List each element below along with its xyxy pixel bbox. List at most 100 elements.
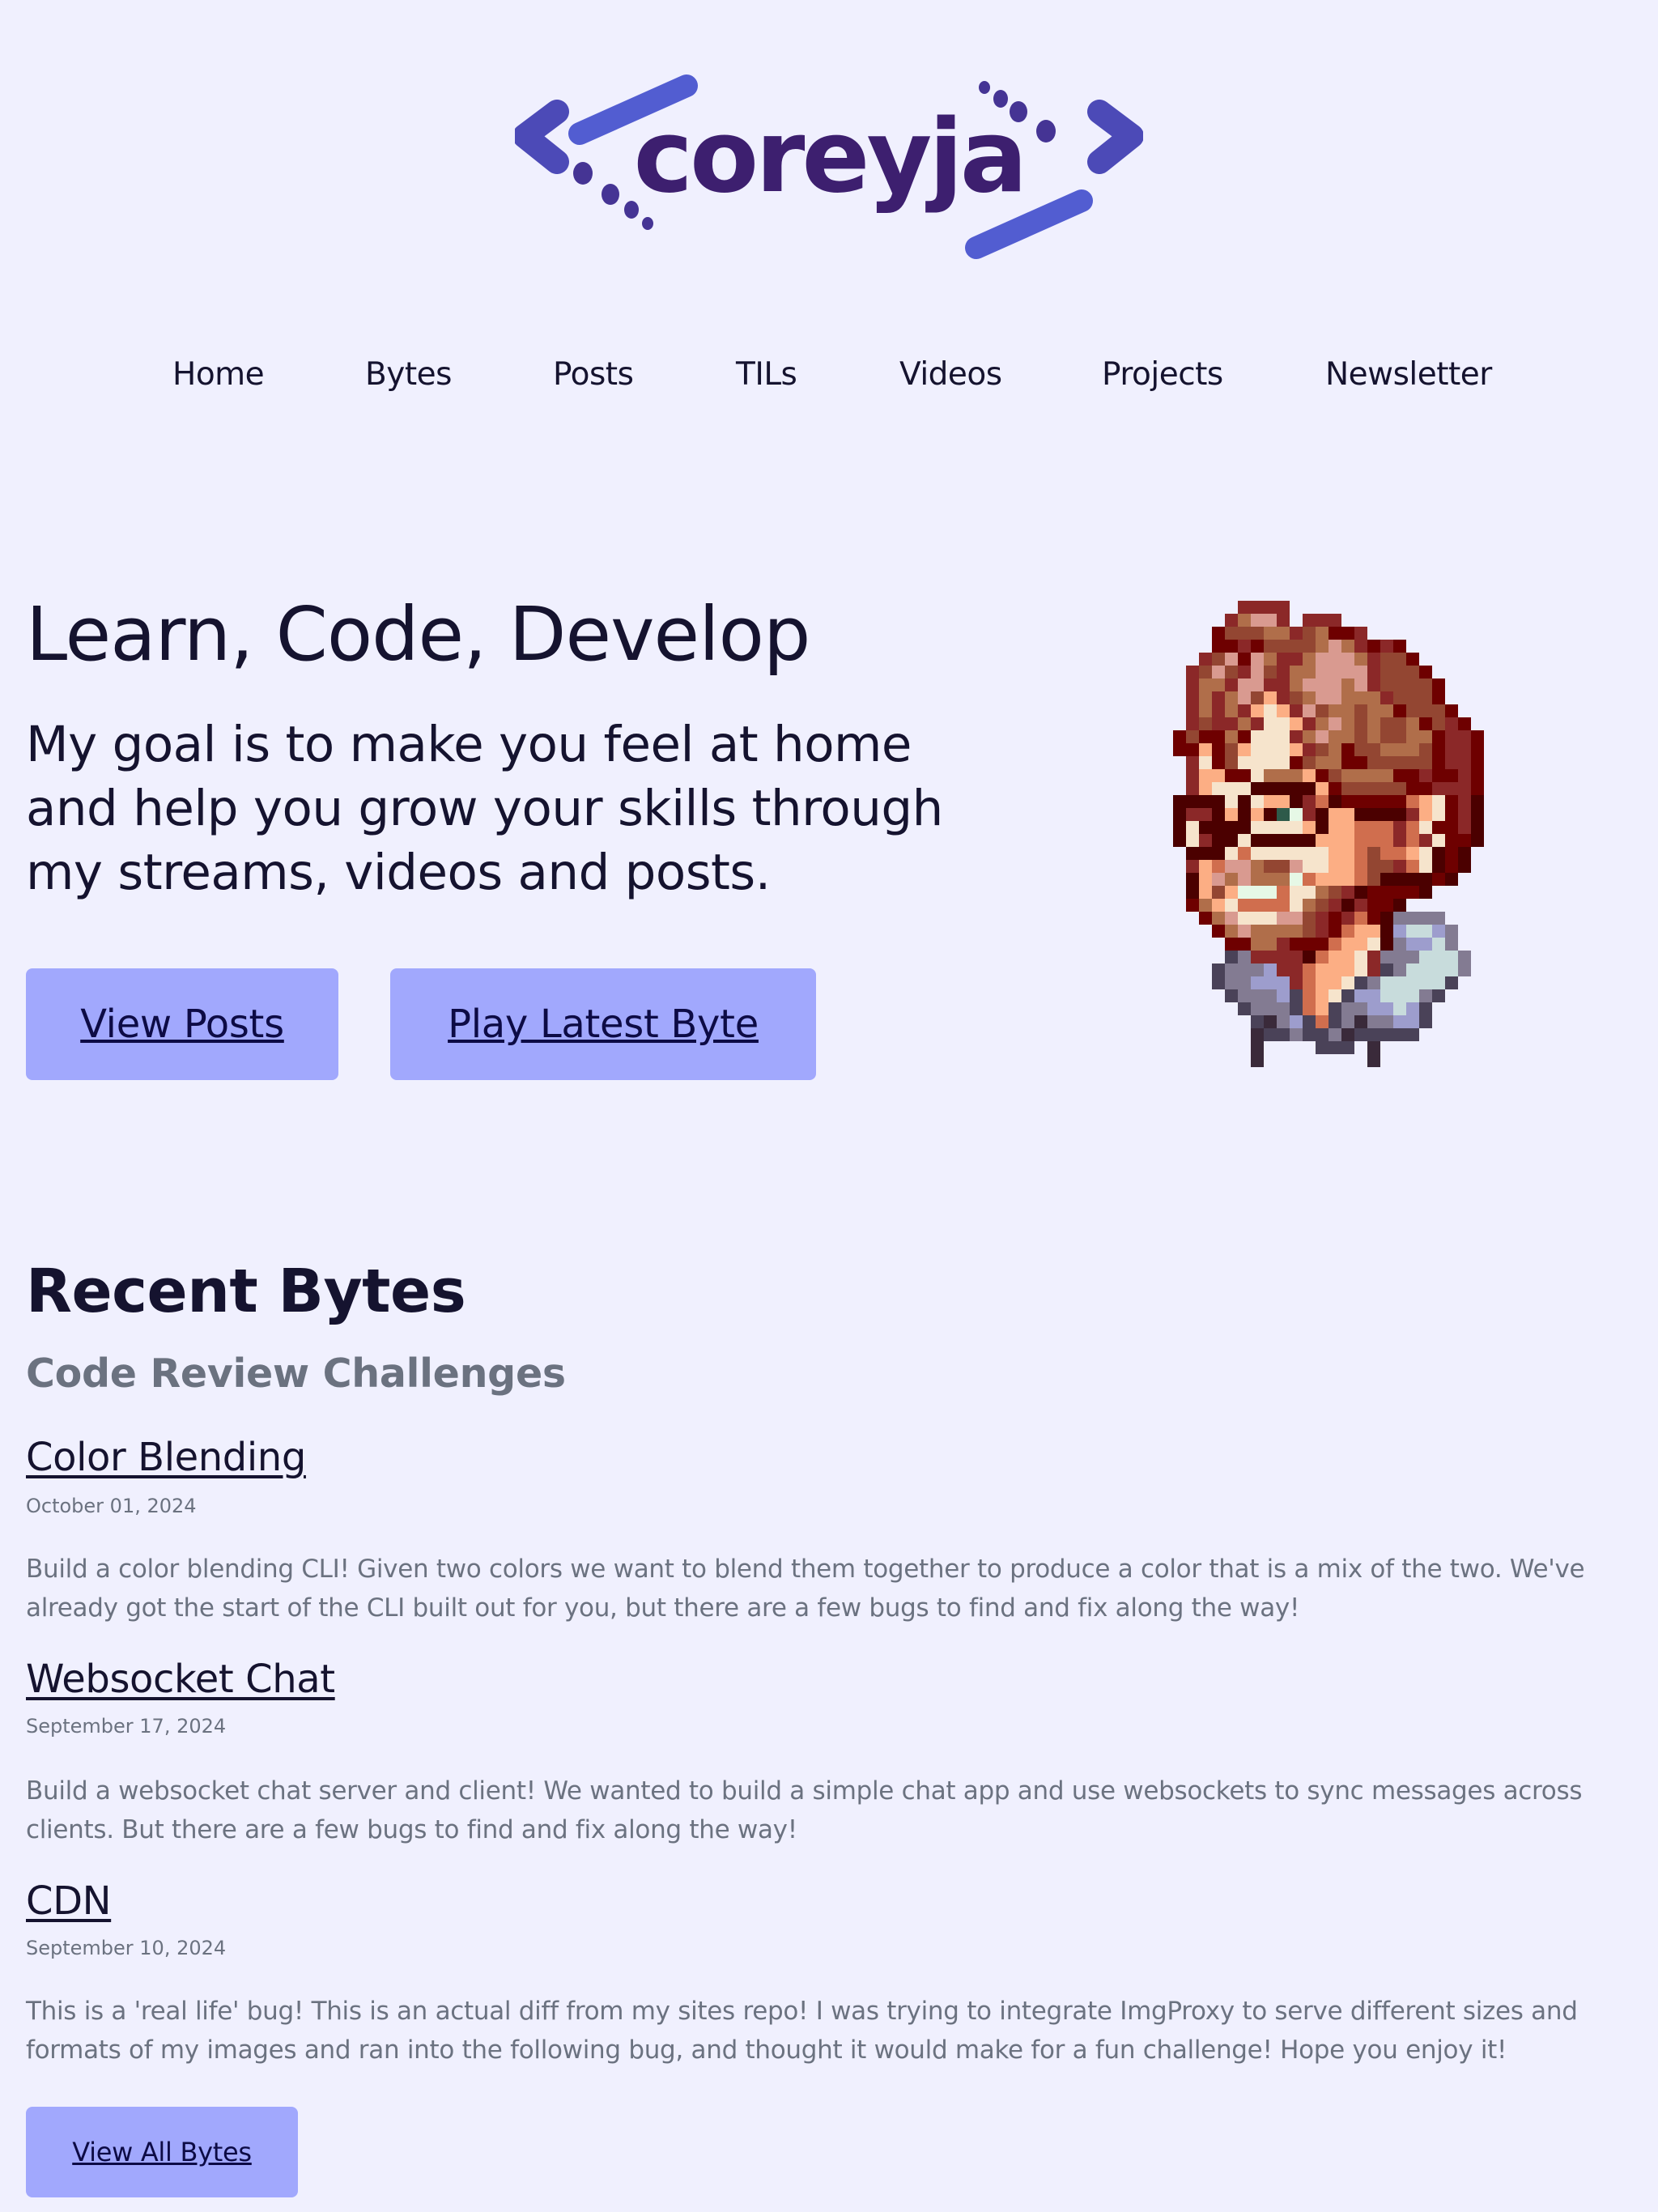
avatar-pixel <box>1458 730 1471 743</box>
avatar-pixel <box>1303 795 1316 808</box>
avatar-pixel <box>1186 717 1199 730</box>
avatar-pixel <box>1393 976 1406 989</box>
avatar-pixel <box>1380 976 1393 989</box>
avatar-pixel <box>1277 678 1290 691</box>
avatar-pixel <box>1238 666 1251 678</box>
avatar-pixel <box>1367 691 1380 704</box>
avatar-pixel <box>1329 717 1341 730</box>
avatar-pixel <box>1264 730 1277 743</box>
byte-title-link[interactable]: CDN <box>26 1878 112 1924</box>
avatar-pixel <box>1225 925 1238 938</box>
avatar-pixel <box>1251 886 1264 899</box>
avatar-pixel <box>1303 730 1316 743</box>
avatar-pixel <box>1341 951 1354 963</box>
avatar-pixel <box>1445 834 1458 847</box>
avatar-pixel <box>1471 821 1484 834</box>
avatar-pixel <box>1341 989 1354 1002</box>
avatar-pixel <box>1238 640 1251 653</box>
avatar-pixel <box>1251 873 1264 886</box>
avatar-pixel <box>1354 834 1367 847</box>
avatar-pixel <box>1277 847 1290 860</box>
avatar-pixel <box>1251 1028 1264 1041</box>
avatar-pixel <box>1225 912 1238 925</box>
avatar-pixel <box>1406 756 1419 769</box>
avatar-pixel <box>1354 666 1367 678</box>
nav-posts[interactable]: Posts <box>553 356 634 393</box>
avatar-pixel <box>1186 834 1199 847</box>
avatar-pixel <box>1277 1015 1290 1028</box>
avatar-pixel <box>1186 782 1199 795</box>
byte-title-link[interactable]: Websocket Chat <box>26 1657 335 1702</box>
view-posts-button[interactable]: View Posts <box>26 968 338 1080</box>
play-latest-byte-button[interactable]: Play Latest Byte <box>390 968 816 1080</box>
avatar-pixel <box>1329 795 1341 808</box>
avatar-pixel <box>1225 640 1238 653</box>
avatar-pixel <box>1199 899 1212 912</box>
avatar-pixel <box>1277 912 1290 925</box>
avatar-pixel <box>1341 899 1354 912</box>
avatar-pixel <box>1290 717 1303 730</box>
avatar-pixel <box>1277 1002 1290 1015</box>
nav-home[interactable]: Home <box>172 356 265 393</box>
avatar-pixel <box>1406 1015 1419 1028</box>
avatar-pixel <box>1354 938 1367 951</box>
avatar-pixel <box>1432 834 1445 847</box>
site-logo[interactable]: coreyja <box>515 73 1143 261</box>
avatar-pixel <box>1316 614 1329 627</box>
nav-tils[interactable]: TILs <box>736 356 797 393</box>
avatar-pixel <box>1290 666 1303 678</box>
nav-newsletter[interactable]: Newsletter <box>1325 356 1492 393</box>
avatar-pixel <box>1380 743 1393 756</box>
avatar-pixel <box>1316 691 1329 704</box>
avatar-pixel <box>1329 756 1341 769</box>
avatar-pixel <box>1354 704 1367 717</box>
avatar-pixel <box>1277 756 1290 769</box>
avatar-pixel <box>1329 976 1341 989</box>
avatar-pixel <box>1277 717 1290 730</box>
avatar-pixel <box>1406 873 1419 886</box>
avatar-pixel <box>1212 704 1225 717</box>
avatar-pixel <box>1432 795 1445 808</box>
avatar-pixel <box>1251 717 1264 730</box>
avatar-pixel <box>1186 795 1199 808</box>
avatar-pixel <box>1445 717 1458 730</box>
avatar-pixel <box>1406 795 1419 808</box>
avatar-pixel <box>1264 834 1277 847</box>
avatar-pixel <box>1419 1015 1432 1028</box>
avatar-pixel <box>1341 730 1354 743</box>
nav-bytes[interactable]: Bytes <box>365 356 452 393</box>
avatar-pixel <box>1251 1015 1264 1028</box>
avatar-pixel <box>1303 666 1316 678</box>
avatar-pixel <box>1393 678 1406 691</box>
avatar-pixel <box>1406 886 1419 899</box>
avatar-pixel <box>1212 769 1225 782</box>
avatar-pixel <box>1316 860 1329 873</box>
avatar-pixel <box>1251 951 1264 963</box>
avatar-pixel <box>1432 782 1445 795</box>
avatar-pixel <box>1303 925 1316 938</box>
nav-projects[interactable]: Projects <box>1102 356 1223 393</box>
avatar-pixel <box>1367 795 1380 808</box>
avatar-pixel <box>1341 640 1354 653</box>
avatar-pixel <box>1380 640 1393 653</box>
avatar-pixel <box>1251 989 1264 1002</box>
avatar-pixel <box>1329 653 1341 666</box>
avatar-pixel <box>1199 782 1212 795</box>
view-all-bytes-button[interactable]: View All Bytes <box>26 2107 298 2197</box>
byte-title-link[interactable]: Color Blending <box>26 1435 306 1480</box>
avatar-pixel <box>1277 601 1290 614</box>
avatar-pixel <box>1354 873 1367 886</box>
avatar-pixel <box>1251 730 1264 743</box>
nav-videos[interactable]: Videos <box>899 356 1002 393</box>
avatar-pixel <box>1406 821 1419 834</box>
avatar-pixel <box>1238 912 1251 925</box>
avatar-pixel <box>1419 808 1432 821</box>
avatar-pixel <box>1445 963 1458 976</box>
avatar-pixel <box>1419 769 1432 782</box>
avatar-pixel <box>1264 847 1277 860</box>
avatar-pixel <box>1238 691 1251 704</box>
avatar-pixel <box>1354 640 1367 653</box>
avatar-pixel <box>1277 782 1290 795</box>
avatar-pixel <box>1406 834 1419 847</box>
avatar-pixel <box>1354 963 1367 976</box>
